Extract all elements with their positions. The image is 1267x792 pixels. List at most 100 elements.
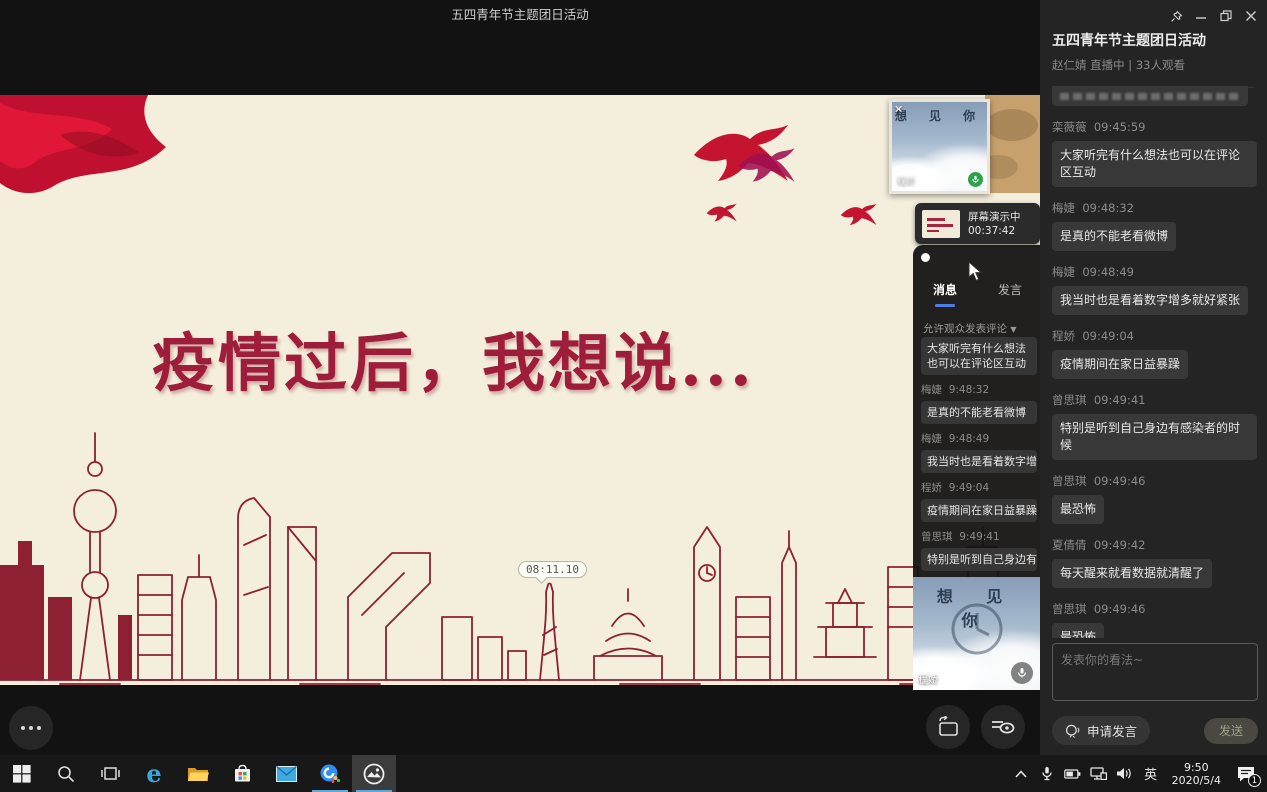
chat-message: 是真的不能老看微博 bbox=[921, 401, 1037, 424]
window-controls bbox=[1168, 8, 1259, 24]
chat-meta: 梅婕 9:48:49 bbox=[921, 431, 1040, 446]
tab-speak[interactable]: 发言 bbox=[998, 281, 1022, 298]
minimize-icon[interactable] bbox=[1193, 8, 1209, 24]
flag-graphic bbox=[0, 95, 166, 193]
share-status: 屏幕演示中 bbox=[968, 211, 1021, 223]
chat-meta: 曾思琪 09:49:41 bbox=[1052, 392, 1257, 408]
meeting-main-window: 五四青年节主题团日活动 bbox=[0, 0, 1040, 755]
chat-message: 是真的不能老看微博 bbox=[1052, 222, 1176, 251]
clock-graphic bbox=[950, 602, 1004, 656]
chat-message: 最恐怖 bbox=[1052, 495, 1104, 524]
chat-meta: 程娇 09:49:04 bbox=[1052, 328, 1257, 344]
chat-meta: 梅婕 09:48:49 bbox=[1052, 264, 1257, 280]
tray-clock[interactable]: 9:50 2020/5/4 bbox=[1166, 761, 1227, 787]
poster-title: 想 见 你 bbox=[892, 102, 987, 124]
presentation-slide: 疫情过后，我想说... 08:11.10 bbox=[0, 95, 1040, 685]
windows-logo-icon bbox=[13, 765, 31, 783]
chat-meta: 梅婕 9:48:32 bbox=[921, 382, 1040, 397]
chat-sidebar: 五四青年节主题团日活动 赵仁婧 直播中 | 33人观看 栾薇薇 09:45:59… bbox=[1040, 0, 1267, 755]
tray-time: 9:50 bbox=[1184, 761, 1209, 774]
video-tile-bottom[interactable]: 想 见 你 程娇 bbox=[913, 577, 1040, 690]
tab-messages[interactable]: 消息 bbox=[933, 281, 957, 298]
chat-message: 每天醒来就看数据就清醒了 bbox=[1052, 559, 1212, 588]
tray-chevron-icon[interactable] bbox=[1010, 755, 1032, 792]
request-speak-button[interactable]: 申请发言 bbox=[1052, 716, 1150, 745]
live-title: 五四青年节主题团日活动 bbox=[1052, 30, 1255, 50]
main-titlebar[interactable]: 五四青年节主题团日活动 bbox=[0, 0, 1040, 24]
tray-volume-icon[interactable] bbox=[1114, 755, 1136, 792]
more-options-button[interactable] bbox=[9, 706, 53, 750]
photo-app-icon bbox=[363, 763, 385, 785]
action-center-button[interactable]: 1 bbox=[1231, 755, 1261, 792]
chat-message: 疫情期间在家日益暴躁 bbox=[1052, 350, 1188, 379]
tray-network-icon[interactable] bbox=[1088, 755, 1110, 792]
chat-message: 大家听完有什么想法也可以在评论区互动 bbox=[921, 337, 1037, 375]
start-button[interactable] bbox=[0, 755, 44, 792]
tray-ime-indicator[interactable]: 英 bbox=[1140, 755, 1162, 792]
chat-meta: 栾薇薇 09:45:59 bbox=[1052, 119, 1257, 135]
folder-icon bbox=[187, 765, 209, 783]
screen: 五四青年节主题团日活动 bbox=[0, 0, 1267, 792]
chat-message: 我当时也是看着数字增多就好紧张 bbox=[1052, 286, 1248, 315]
tray-mic-icon[interactable] bbox=[1036, 755, 1058, 792]
mic-icon bbox=[1011, 662, 1033, 684]
chat-message-list[interactable]: 栾薇薇 09:45:59 大家听完有什么想法也可以在评论区互动 梅婕 09:48… bbox=[1052, 82, 1257, 638]
skyline-graphic bbox=[0, 433, 1040, 684]
tencent-meeting-icon bbox=[319, 763, 341, 785]
tencent-meeting-button[interactable] bbox=[308, 755, 352, 792]
overlay-tabs: 消息 发言 bbox=[913, 281, 1040, 298]
recording-indicator-dot bbox=[921, 253, 930, 262]
bird-graphics bbox=[694, 125, 876, 225]
speak-icon bbox=[1065, 723, 1081, 739]
live-status: 赵仁婧 直播中 | 33人观看 bbox=[1052, 57, 1255, 73]
tray-battery-icon[interactable] bbox=[1062, 755, 1084, 792]
edge-icon: e bbox=[146, 762, 161, 786]
slide-time-label: 08:11.10 bbox=[518, 561, 587, 578]
video-tile-top[interactable]: 想 见 你 ✕ 程娇 bbox=[889, 99, 990, 194]
chat-meta: 夏倩倩 09:49:42 bbox=[1052, 537, 1257, 553]
mouse-cursor bbox=[968, 261, 982, 282]
task-view-button[interactable] bbox=[88, 755, 132, 792]
file-explorer-button[interactable] bbox=[176, 755, 220, 792]
task-view-icon bbox=[101, 765, 120, 782]
meeting-title: 五四青年节主题团日活动 bbox=[0, 0, 1040, 23]
chat-message: 我当时也是看着数字增多就好紧张 bbox=[921, 450, 1037, 473]
mail-icon bbox=[276, 766, 297, 782]
edge-button[interactable]: e bbox=[132, 755, 176, 792]
chat-meta: 程娇 9:49:04 bbox=[921, 480, 1040, 495]
close-icon[interactable]: ✕ bbox=[894, 103, 903, 116]
search-icon bbox=[57, 765, 75, 783]
share-thumbnail bbox=[922, 210, 960, 238]
mail-button[interactable] bbox=[264, 755, 308, 792]
chat-message: 特别是听到自己身边有感染者的时候 bbox=[921, 548, 1037, 571]
store-button[interactable] bbox=[220, 755, 264, 792]
chevron-down-icon: ▼ bbox=[1010, 325, 1016, 334]
active-app-button[interactable] bbox=[352, 755, 396, 792]
rotate-view-button[interactable] bbox=[926, 705, 970, 749]
chat-message-partial bbox=[1052, 86, 1248, 106]
share-timer: 00:37:42 bbox=[968, 225, 1015, 237]
pin-icon[interactable] bbox=[1168, 8, 1184, 24]
participant-name: 程娇 bbox=[897, 174, 915, 187]
overlay-chat-panel: 消息 发言 允许观众发表评论 ▼ 大家听完有什么想法也可以在评论区互动 梅婕 9… bbox=[913, 245, 1040, 690]
comment-input[interactable] bbox=[1052, 643, 1258, 701]
participant-name: 程娇 bbox=[918, 671, 938, 686]
chat-meta: 曾思琪 09:49:46 bbox=[1052, 473, 1257, 489]
search-button[interactable] bbox=[44, 755, 88, 792]
comment-permission-dropdown[interactable]: 允许观众发表评论 ▼ bbox=[923, 321, 1017, 336]
chat-meta: 曾思琪 09:49:46 bbox=[1052, 601, 1257, 617]
send-button[interactable]: 发送 bbox=[1204, 718, 1258, 744]
restore-icon[interactable] bbox=[1218, 8, 1234, 24]
ellipsis-icon bbox=[21, 726, 41, 730]
toggle-comments-button[interactable] bbox=[981, 705, 1025, 749]
chat-message: 特别是听到自己身边有感染者的时候 bbox=[1052, 414, 1257, 460]
rotate-screen-icon bbox=[936, 716, 960, 738]
slide-title-text: 疫情过后，我想说... bbox=[152, 313, 755, 404]
close-icon[interactable] bbox=[1243, 8, 1259, 24]
tray-date: 2020/5/4 bbox=[1172, 774, 1221, 787]
composer: 申请发言 发送 bbox=[1052, 643, 1258, 745]
chat-message: 最恐怖 bbox=[1052, 623, 1104, 638]
screen-share-widget[interactable]: 屏幕演示中 00:37:42 bbox=[915, 203, 1040, 244]
chat-message: 疫情期间在家日益暴躁 bbox=[921, 499, 1037, 522]
chat-message: 大家听完有什么想法也可以在评论区互动 bbox=[1052, 141, 1257, 187]
